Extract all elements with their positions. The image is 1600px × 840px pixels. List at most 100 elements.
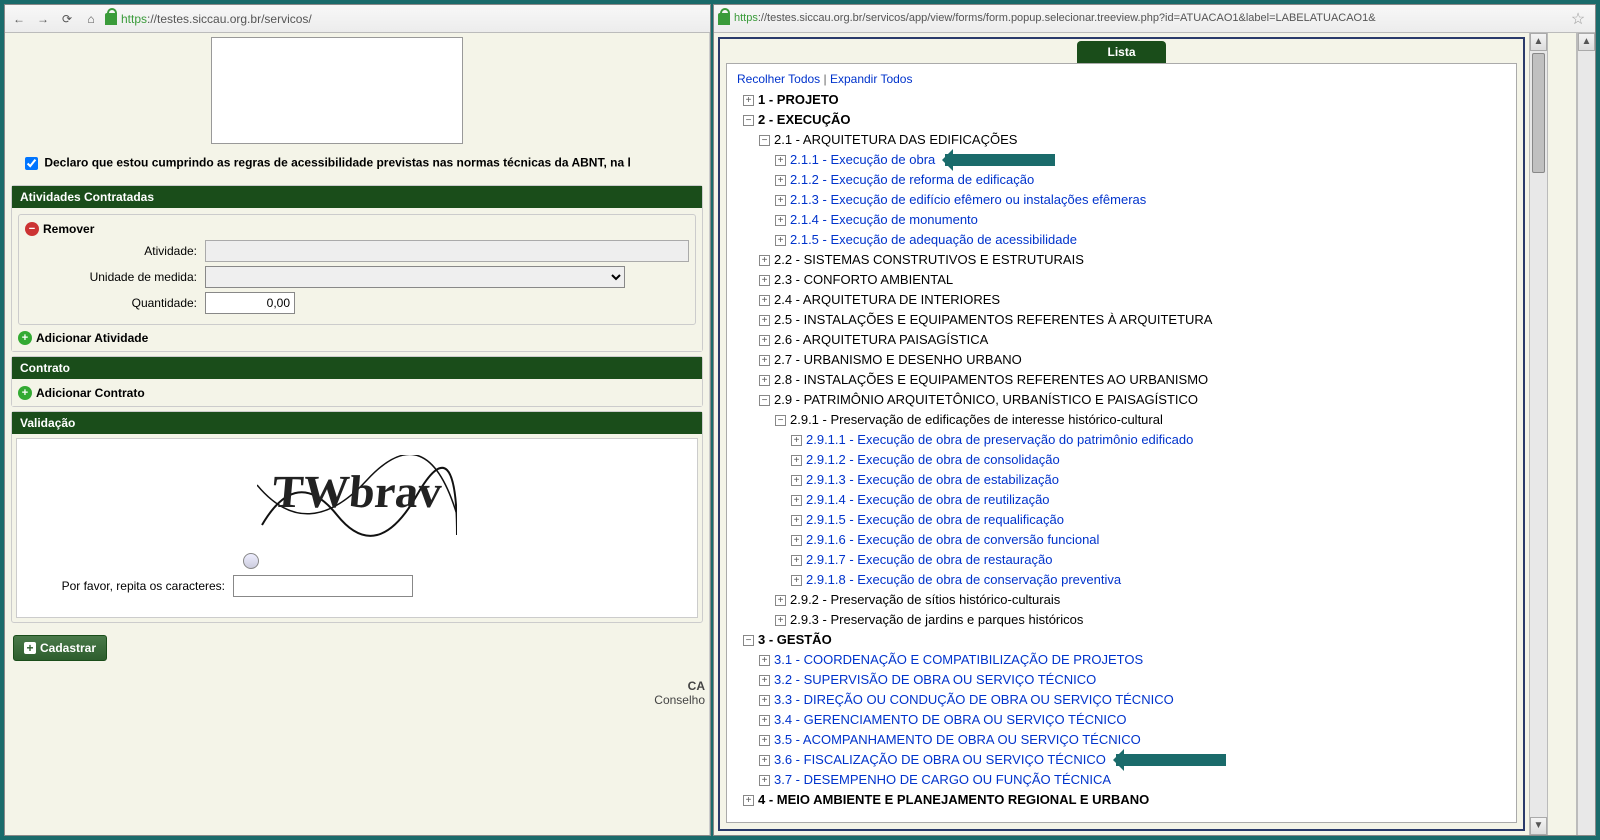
expander-icon[interactable]: + — [791, 515, 802, 526]
tree-node-2916[interactable]: 2.9.1.6 - Execução de obra de conversão … — [806, 530, 1099, 550]
url-bar-left[interactable]: https://testes.siccau.org.br/servicos/ — [105, 12, 312, 26]
tree-node-2914[interactable]: 2.9.1.4 - Execução de obra de reutilizaç… — [806, 490, 1050, 510]
expander-icon[interactable]: + — [775, 235, 786, 246]
tree-node-35[interactable]: 3.5 - ACOMPANHAMENTO DE OBRA OU SERVIÇO … — [774, 730, 1141, 750]
tree-node-3[interactable]: 3 - GESTÃO — [758, 630, 832, 650]
expander-icon[interactable]: + — [791, 495, 802, 506]
tree-node-2918[interactable]: 2.9.1.8 - Execução de obra de conservaçã… — [806, 570, 1121, 590]
scroll-down-icon[interactable]: ▼ — [1530, 817, 1547, 835]
expander-icon[interactable]: + — [759, 355, 770, 366]
tree-node-2917[interactable]: 2.9.1.7 - Execução de obra de restauraçã… — [806, 550, 1052, 570]
tree-node-26[interactable]: 2.6 - ARQUITETURA PAISAGÍSTICA — [774, 330, 988, 350]
expander-icon[interactable]: + — [743, 795, 754, 806]
tree-node-32[interactable]: 3.2 - SUPERVISÃO DE OBRA OU SERVIÇO TÉCN… — [774, 670, 1096, 690]
refresh-captcha-icon[interactable] — [243, 553, 259, 569]
tree-node-2911[interactable]: 2.9.1.1 - Execução de obra de preservaçã… — [806, 430, 1193, 450]
tree-node-33[interactable]: 3.3 - DIREÇÃO OU CONDUÇÃO DE OBRA OU SER… — [774, 690, 1174, 710]
tree-node-214[interactable]: 2.1.4 - Execução de monumento — [790, 210, 978, 230]
expander-icon[interactable]: + — [791, 475, 802, 486]
expander-icon[interactable]: + — [759, 295, 770, 306]
tree-node-29[interactable]: 2.9 - PATRIMÔNIO ARQUITETÔNICO, URBANÍST… — [774, 390, 1198, 410]
tree-node-4[interactable]: 4 - MEIO AMBIENTE E PLANEJAMENTO REGIONA… — [758, 790, 1149, 810]
tree-node-2912[interactable]: 2.9.1.2 - Execução de obra de consolidaç… — [806, 450, 1060, 470]
accessibility-checkbox[interactable] — [25, 157, 38, 170]
expander-icon[interactable]: + — [759, 315, 770, 326]
tree-node-23[interactable]: 2.3 - CONFORTO AMBIENTAL — [774, 270, 953, 290]
expander-icon[interactable]: + — [791, 555, 802, 566]
expander-icon[interactable]: + — [759, 675, 770, 686]
tree-node-25[interactable]: 2.5 - INSTALAÇÕES E EQUIPAMENTOS REFEREN… — [774, 310, 1212, 330]
cadastrar-button[interactable]: + Cadastrar — [13, 635, 107, 661]
tree-node-22[interactable]: 2.2 - SISTEMAS CONSTRUTIVOS E ESTRUTURAI… — [774, 250, 1084, 270]
tree-node-21[interactable]: 2.1 - ARQUITETURA DAS EDIFICAÇÕES — [774, 130, 1017, 150]
expander-icon[interactable]: + — [775, 175, 786, 186]
expander-icon[interactable]: − — [775, 415, 786, 426]
tree-node-28[interactable]: 2.8 - INSTALAÇÕES E EQUIPAMENTOS REFEREN… — [774, 370, 1208, 390]
forward-icon[interactable]: → — [33, 9, 53, 29]
expander-icon[interactable]: − — [759, 135, 770, 146]
expander-icon[interactable]: + — [791, 435, 802, 446]
expander-icon[interactable]: + — [791, 535, 802, 546]
tree-node-2915[interactable]: 2.9.1.5 - Execução de obra de requalific… — [806, 510, 1064, 530]
inner-scrollbar[interactable]: ▲ ▼ — [1529, 33, 1547, 835]
expander-icon[interactable]: − — [743, 115, 754, 126]
expander-icon[interactable]: + — [759, 735, 770, 746]
expander-icon[interactable]: + — [759, 275, 770, 286]
unidade-select[interactable] — [205, 266, 625, 288]
expander-icon[interactable]: + — [775, 595, 786, 606]
atividade-field[interactable] — [205, 240, 689, 262]
expander-icon[interactable]: + — [775, 195, 786, 206]
lista-tab[interactable]: Lista — [1077, 41, 1165, 63]
expander-icon[interactable]: + — [759, 335, 770, 346]
tree-node-2913[interactable]: 2.9.1.3 - Execução de obra de estabiliza… — [806, 470, 1059, 490]
expander-icon[interactable]: + — [791, 455, 802, 466]
tree-node-31[interactable]: 3.1 - COORDENAÇÃO E COMPATIBILIZAÇÃO DE … — [774, 650, 1143, 670]
url-bar-right[interactable]: https://testes.siccau.org.br/servicos/ap… — [718, 12, 1376, 24]
tree-node-34[interactable]: 3.4 - GERENCIAMENTO DE OBRA OU SERVIÇO T… — [774, 710, 1127, 730]
tree-node-213[interactable]: 2.1.3 - Execução de edifício efêmero ou … — [790, 190, 1146, 210]
expander-icon[interactable]: + — [743, 95, 754, 106]
expander-icon[interactable]: − — [759, 395, 770, 406]
expander-icon[interactable]: + — [759, 715, 770, 726]
expander-icon[interactable]: + — [759, 695, 770, 706]
add-contract-button[interactable]: + Adicionar Contrato — [18, 386, 145, 400]
quantidade-input[interactable] — [205, 292, 295, 314]
tree-node-292[interactable]: 2.9.2 - Preservação de sítios histórico-… — [790, 590, 1060, 610]
tree-node-37[interactable]: 3.7 - DESEMPENHO DE CARGO OU FUNÇÃO TÉCN… — [774, 770, 1111, 790]
tree-node-1[interactable]: 1 - PROJETO — [758, 90, 839, 110]
captcha-input[interactable] — [233, 575, 413, 597]
expander-icon[interactable]: + — [775, 615, 786, 626]
expander-icon[interactable]: + — [759, 775, 770, 786]
tree-node-215[interactable]: 2.1.5 - Execução de adequação de acessib… — [790, 230, 1077, 250]
lock-icon — [718, 13, 730, 25]
remove-activity-button[interactable]: − Remover — [25, 222, 94, 236]
expander-icon[interactable]: + — [775, 155, 786, 166]
scroll-up-icon[interactable]: ▲ — [1530, 33, 1547, 51]
expander-icon[interactable]: + — [759, 655, 770, 666]
tree-node-36[interactable]: 3.6 - FISCALIZAÇÃO DE OBRA OU SERVIÇO TÉ… — [774, 750, 1106, 770]
add-activity-button[interactable]: + Adicionar Atividade — [18, 331, 148, 345]
scroll-up-icon[interactable]: ▲ — [1578, 33, 1595, 51]
outer-scrollbar[interactable]: ▲ — [1577, 33, 1595, 835]
expander-icon[interactable]: + — [791, 575, 802, 586]
tree-node-24[interactable]: 2.4 - ARQUITETURA DE INTERIORES — [774, 290, 1000, 310]
expander-icon[interactable]: + — [759, 255, 770, 266]
expander-icon[interactable]: + — [759, 375, 770, 386]
tree-node-212[interactable]: 2.1.2 - Execução de reforma de edificaçã… — [790, 170, 1034, 190]
collapse-all-link[interactable]: Recolher Todos — [737, 72, 820, 86]
expander-icon[interactable]: − — [743, 635, 754, 646]
expander-icon[interactable]: + — [759, 755, 770, 766]
textarea-field[interactable] — [211, 37, 463, 144]
expander-icon[interactable]: + — [775, 215, 786, 226]
reload-icon[interactable]: ⟳ — [57, 9, 77, 29]
tree-node-291[interactable]: 2.9.1 - Preservação de edificações de in… — [790, 410, 1163, 430]
scroll-thumb[interactable] — [1532, 53, 1545, 173]
home-icon[interactable]: ⌂ — [81, 9, 101, 29]
expand-all-link[interactable]: Expandir Todos — [830, 72, 913, 86]
back-icon[interactable]: ← — [9, 9, 29, 29]
tree-node-27[interactable]: 2.7 - URBANISMO E DESENHO URBANO — [774, 350, 1022, 370]
bookmark-star-icon[interactable]: ☆ — [1569, 10, 1587, 28]
tree-node-2[interactable]: 2 - EXECUÇÃO — [758, 110, 850, 130]
tree-node-211[interactable]: 2.1.1 - Execução de obra — [790, 150, 935, 170]
tree-node-293[interactable]: 2.9.3 - Preservação de jardins e parques… — [790, 610, 1083, 630]
